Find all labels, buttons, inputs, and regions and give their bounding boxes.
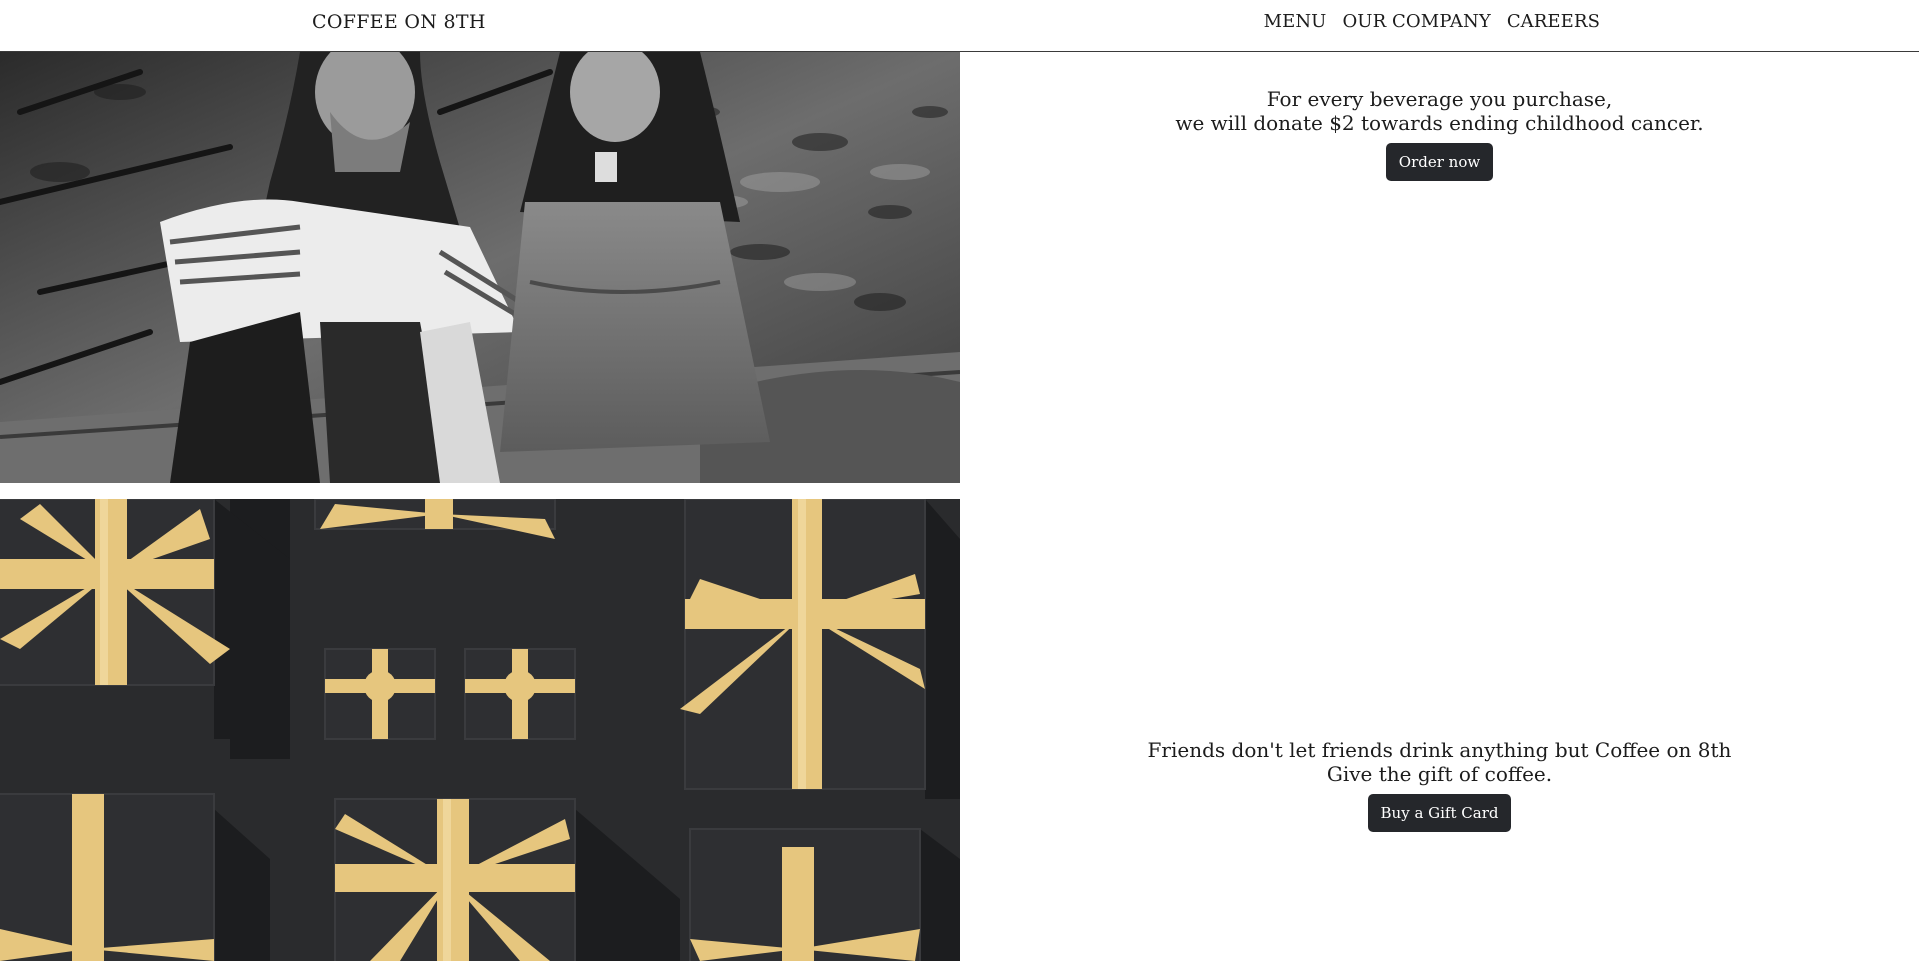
nav-link-careers[interactable]: CAREERS <box>1507 11 1600 32</box>
donation-promo: For every beverage you purchase, we will… <box>960 87 1919 181</box>
nav-link-menu[interactable]: MENU <box>1264 11 1327 32</box>
donation-subline: we will donate $2 towards ending childho… <box>1175 111 1704 135</box>
nav-link-our-company[interactable]: OUR COMPANY <box>1342 11 1490 32</box>
main-nav: MENU OUR COMPANY CAREERS <box>1264 11 1600 32</box>
children-photo <box>0 52 960 483</box>
gift-boxes-photo <box>0 499 960 961</box>
gift-subline: Give the gift of coffee. <box>1326 762 1553 786</box>
order-now-button[interactable]: Order now <box>1385 143 1494 181</box>
site-header: COFFEE ON 8TH MENU OUR COMPANY CAREERS <box>0 0 1919 52</box>
brand-logo-link[interactable]: COFFEE ON 8TH <box>312 11 486 33</box>
donation-headline: For every beverage you purchase, <box>1266 87 1613 111</box>
gift-boxes-illustration <box>0 499 960 961</box>
buy-gift-card-button[interactable]: Buy a Gift Card <box>1367 794 1512 832</box>
gift-card-promo: Friends don't let friends drink anything… <box>960 738 1919 832</box>
gift-headline: Friends don't let friends drink anything… <box>1147 738 1732 762</box>
children-photo-illustration <box>0 52 960 483</box>
